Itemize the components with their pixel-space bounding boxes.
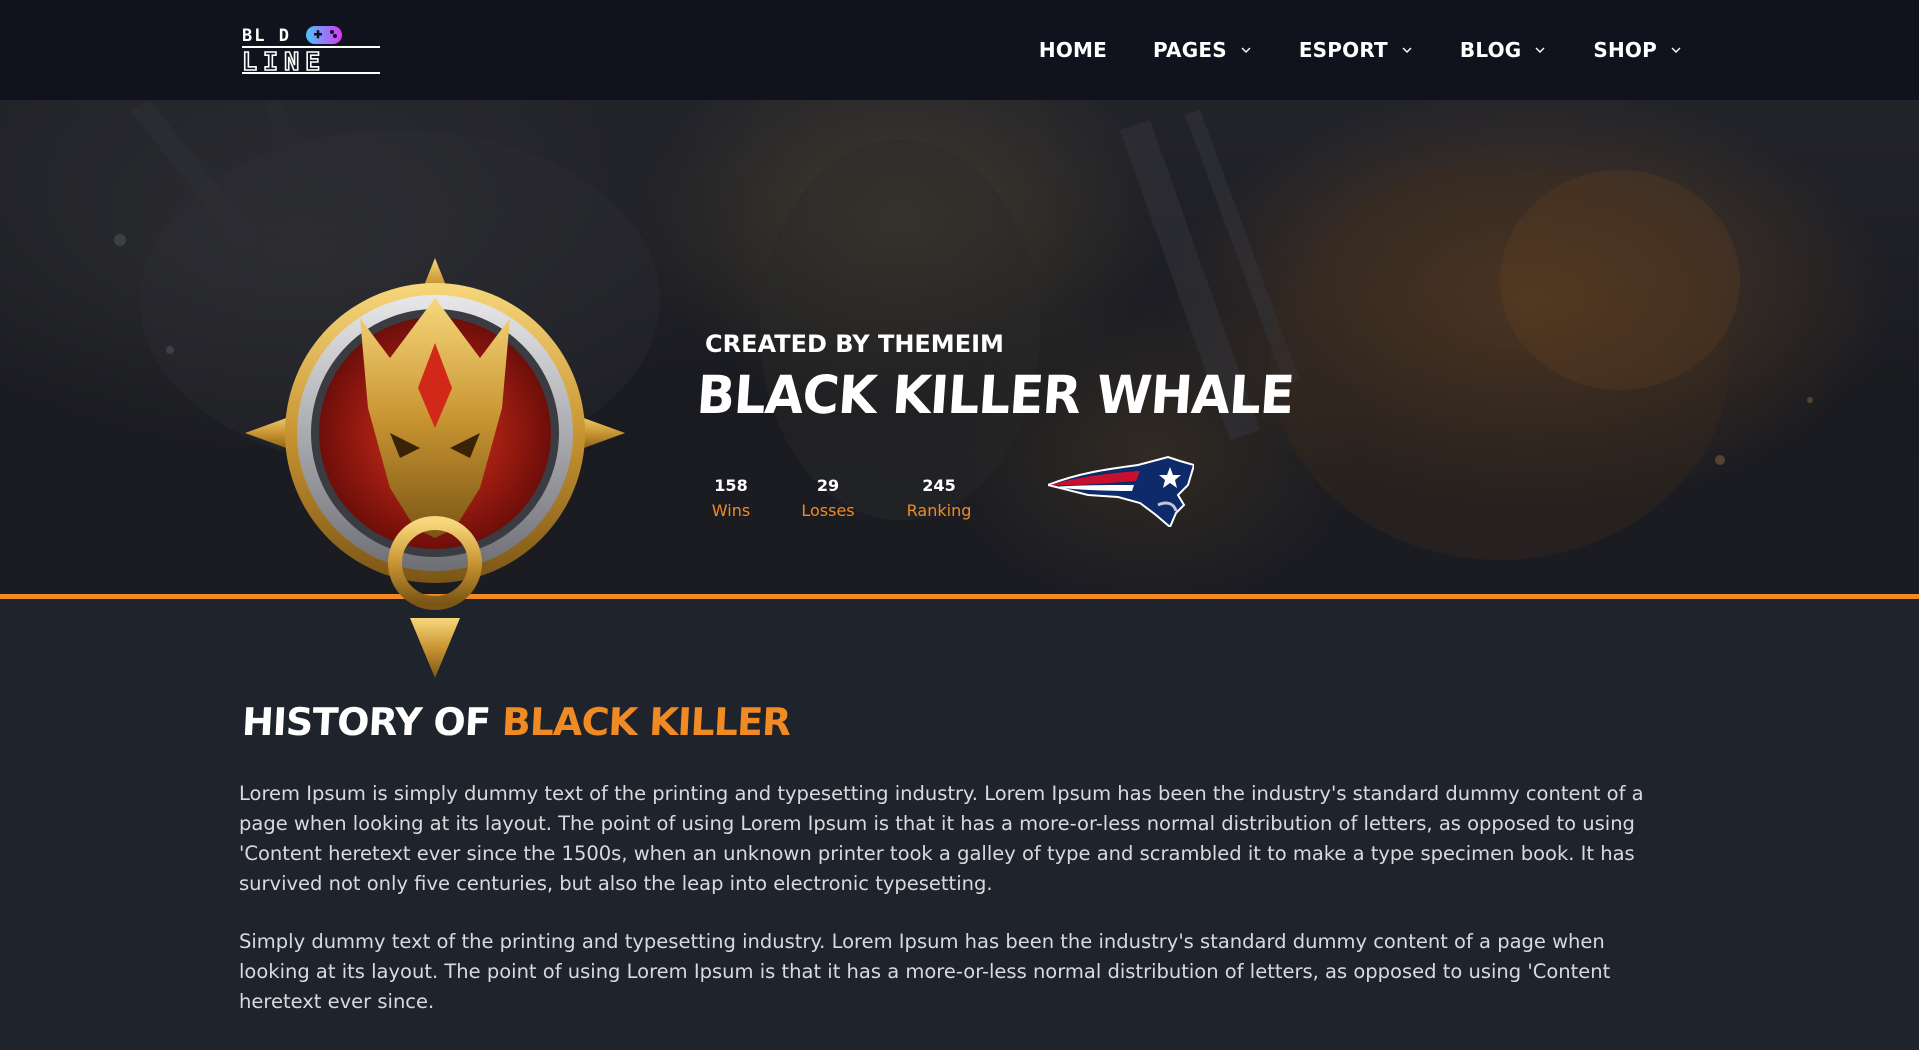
stat-wins-value: 158 [714,476,748,495]
history-paragraph-1: Lorem Ipsum is simply dummy text of the … [239,782,1644,895]
nav-shop[interactable]: SHOP [1593,38,1683,62]
site-logo[interactable]: BL D LINE [240,24,382,74]
nav-pages-label: PAGES [1153,38,1227,62]
bloodline-logo-icon: BL D LINE [241,26,380,74]
nav-esport-label: ESPORT [1298,38,1388,62]
nav-home-label: HOME [1038,38,1108,62]
nav-pages[interactable]: PAGES [1153,38,1253,62]
logo-top-text: BL D [242,26,291,46]
chevron-down-icon [1400,43,1414,57]
stat-ranking-value: 245 [922,476,956,495]
nav-shop-label: SHOP [1593,38,1657,62]
nav-blog[interactable]: BLOG [1460,38,1548,62]
history-paragraph-2: Simply dummy text of the printing and ty… [239,930,1611,1013]
stat-ranking: 245 Ranking [900,476,978,520]
nav-home[interactable]: HOME [1039,38,1107,62]
stat-wins-label: Wins [711,501,751,520]
stat-ranking-label: Ranking [906,501,972,520]
nav-esport[interactable]: ESPORT [1299,38,1414,62]
stat-wins: 158 Wins [700,476,762,520]
creator-credit: CREATED BY THEMEIM [705,330,1004,358]
stat-losses: 29 Losses [795,476,861,520]
logo-bottom-text: LINE [242,47,326,74]
stat-losses-label: Losses [801,501,855,520]
nav-blog-label: BLOG [1459,38,1522,62]
chevron-down-icon [1533,43,1547,57]
patriot-head-logo-icon [1048,455,1194,527]
history-title: HISTORY OF BLACK KILLER [241,700,792,744]
history-title-accent: BLACK KILLER [500,700,792,744]
main-nav: HOME PAGES ESPORT BLOG SHOP [993,0,1683,100]
top-navbar: BL D LINE HOME PAGES ESPORT BLOG SHOP [0,0,1919,100]
chevron-down-icon [1239,43,1253,57]
golden-dragon-badge-icon [240,258,630,678]
history-title-prefix: HISTORY OF [240,700,504,744]
stat-losses-value: 29 [816,476,840,495]
chevron-down-icon [1669,43,1683,57]
team-name-title: BLACK KILLER WHALE [694,364,1296,426]
